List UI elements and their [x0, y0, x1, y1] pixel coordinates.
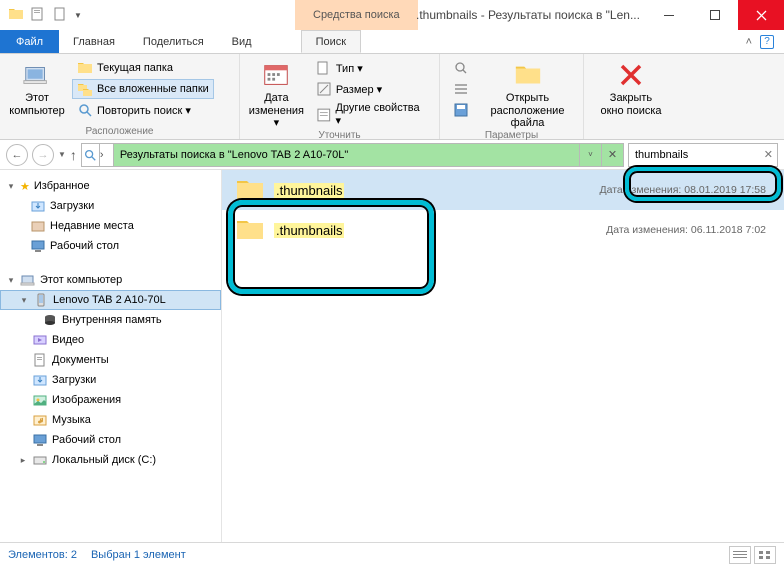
- history-dropdown-icon[interactable]: ▼: [58, 150, 66, 159]
- sidebar-videos[interactable]: ▸Видео: [0, 330, 221, 350]
- star-icon: ★: [20, 180, 30, 193]
- search-box[interactable]: ✕: [628, 143, 778, 167]
- window-controls: [646, 0, 784, 30]
- close-search-label: Закрыть окно поиска: [600, 92, 661, 117]
- up-button[interactable]: ↑: [70, 147, 77, 163]
- breadcrumb-text: Результаты поиска в "Lenovo TAB 2 A10-70…: [114, 149, 354, 161]
- sidebar-documents[interactable]: ▸Документы: [0, 350, 221, 370]
- folder-qat-icon[interactable]: [8, 6, 24, 25]
- search-input[interactable]: [633, 148, 764, 162]
- window-title: .thumbnails - Результаты поиска в "Len..…: [416, 0, 640, 30]
- sidebar-desktop[interactable]: ▸Рабочий стол: [0, 430, 221, 450]
- search-tools-context-label: Средства поиска: [295, 0, 418, 30]
- group-label-location: Расположение: [8, 126, 231, 139]
- result-item[interactable]: .thumbnails Дата изменения: 06.11.2018 7…: [222, 210, 784, 250]
- qat: ▼: [0, 6, 82, 25]
- folder-open-icon: [513, 60, 543, 90]
- computer-icon: [22, 60, 52, 90]
- file-tab[interactable]: Файл: [0, 30, 59, 53]
- result-name: .thumbnails: [274, 183, 344, 198]
- ribbon-group-location: Этот компьютер Текущая папка Все вложенн…: [0, 54, 240, 139]
- tab-home[interactable]: Главная: [59, 30, 129, 53]
- tab-search[interactable]: Поиск: [301, 30, 361, 53]
- this-pc-button[interactable]: Этот компьютер: [8, 58, 66, 117]
- fav-recent[interactable]: Недавние места: [0, 216, 221, 236]
- sidebar-music[interactable]: ▸Музыка: [0, 410, 221, 430]
- sidebar-downloads[interactable]: ▸Загрузки: [0, 370, 221, 390]
- back-button[interactable]: ←: [6, 144, 28, 166]
- open-location-label: Открыть расположение файла: [480, 92, 575, 130]
- address-chevron-icon[interactable]: ›: [100, 144, 114, 166]
- ribbon: Этот компьютер Текущая папка Все вложенн…: [0, 54, 784, 140]
- this-pc-root[interactable]: ▾Этот компьютер: [0, 270, 221, 290]
- results-pane[interactable]: .thumbnails Дата изменения: 08.01.2019 1…: [222, 170, 784, 542]
- tab-share[interactable]: Поделиться: [129, 30, 218, 53]
- status-bar: Элементов: 2 Выбран 1 элемент: [0, 542, 784, 566]
- sidebar-local-disk[interactable]: ▸Локальный диск (C:): [0, 450, 221, 470]
- group-label-options: Параметры: [448, 130, 575, 143]
- help-icon[interactable]: ?: [760, 35, 774, 49]
- advanced-options-button[interactable]: [448, 79, 474, 99]
- recent-searches-button[interactable]: [448, 58, 474, 78]
- props-qat-icon[interactable]: [30, 6, 46, 25]
- close-button[interactable]: [738, 0, 784, 30]
- sidebar-pictures[interactable]: ▸Изображения: [0, 390, 221, 410]
- sidebar-device[interactable]: ▾Lenovo TAB 2 A10-70L: [0, 290, 221, 310]
- close-search-button[interactable]: Закрыть окно поиска: [592, 58, 670, 117]
- forward-button[interactable]: →: [32, 144, 54, 166]
- details-view-button[interactable]: [729, 546, 751, 564]
- folder-icon: [234, 214, 266, 246]
- ribbon-group-close: Закрыть окно поиска: [584, 54, 678, 139]
- ribbon-tabs: Файл Главная Поделиться Вид Поиск ˄ ?: [0, 30, 784, 54]
- group-label-refine: Уточнить: [248, 130, 431, 143]
- date-modified-label: Дата изменения ▾: [248, 92, 305, 130]
- calendar-icon: [261, 60, 291, 90]
- ribbon-help-area: ˄ ?: [746, 30, 784, 53]
- collapse-ribbon-icon[interactable]: ˄: [746, 36, 752, 48]
- nav-pane[interactable]: ▾★Избранное Загрузки Недавние места Рабо…: [0, 170, 222, 542]
- repeat-search-button[interactable]: Повторить поиск ▾: [72, 100, 214, 120]
- result-name: .thumbnails: [274, 223, 344, 238]
- icons-view-button[interactable]: [754, 546, 776, 564]
- date-modified-button[interactable]: Дата изменения ▾: [248, 58, 305, 130]
- clear-search-icon[interactable]: ✕: [764, 148, 773, 161]
- save-search-button[interactable]: [448, 100, 474, 120]
- favorites-root[interactable]: ▾★Избранное: [0, 176, 221, 196]
- other-props-button[interactable]: Другие свойства ▾: [311, 100, 431, 129]
- qat-dropdown-icon[interactable]: ▼: [74, 11, 82, 20]
- this-pc-label: Этот компьютер: [9, 92, 64, 117]
- size-button[interactable]: Размер ▾: [311, 79, 431, 99]
- ribbon-group-options: Открыть расположение файла Параметры: [440, 54, 584, 139]
- result-item[interactable]: .thumbnails Дата изменения: 08.01.2019 1…: [222, 170, 784, 210]
- address-bar[interactable]: › Результаты поиска в "Lenovo TAB 2 A10-…: [81, 143, 624, 167]
- close-search-icon: [618, 62, 644, 88]
- tab-view[interactable]: Вид: [218, 30, 266, 53]
- new-qat-icon[interactable]: [52, 6, 68, 25]
- sidebar-internal-storage[interactable]: Внутренняя память: [0, 310, 221, 330]
- result-date: Дата изменения: 08.01.2019 17:58: [600, 184, 766, 196]
- folder-icon: [234, 174, 266, 206]
- fav-downloads[interactable]: Загрузки: [0, 196, 221, 216]
- status-selected: Выбран 1 элемент: [91, 549, 186, 561]
- address-dropdown-button[interactable]: ˅: [579, 144, 601, 166]
- stop-search-button[interactable]: ✕: [601, 144, 623, 166]
- result-date: Дата изменения: 06.11.2018 7:02: [606, 224, 766, 236]
- type-button[interactable]: Тип ▾: [311, 58, 431, 78]
- title-bar: ▼ Средства поиска .thumbnails - Результа…: [0, 0, 784, 30]
- status-count: Элементов: 2: [8, 549, 77, 561]
- ribbon-group-refine: Дата изменения ▾ Тип ▾ Размер ▾ Другие с…: [240, 54, 440, 139]
- body: ▾★Избранное Загрузки Недавние места Рабо…: [0, 170, 784, 542]
- minimize-button[interactable]: [646, 0, 692, 30]
- all-subfolders-button[interactable]: Все вложенные папки: [72, 79, 214, 99]
- nav-row: ← → ▼ ↑ › Результаты поиска в "Lenovo TA…: [0, 140, 784, 170]
- current-folder-button[interactable]: Текущая папка: [72, 58, 214, 78]
- open-location-button[interactable]: Открыть расположение файла: [480, 58, 575, 130]
- maximize-button[interactable]: [692, 0, 738, 30]
- address-icon: [82, 144, 100, 166]
- fav-desktop[interactable]: Рабочий стол: [0, 236, 221, 256]
